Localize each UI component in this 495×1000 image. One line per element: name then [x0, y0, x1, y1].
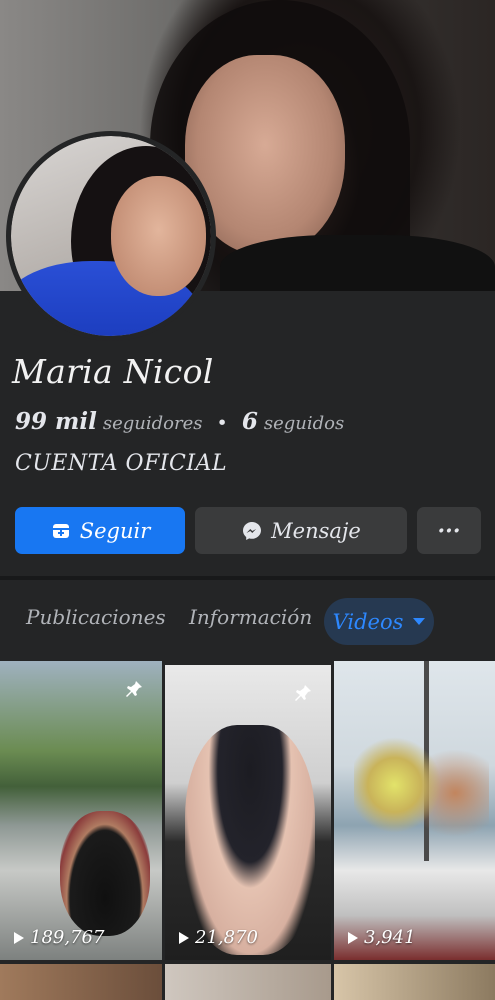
- play-icon: [348, 931, 358, 944]
- message-button[interactable]: Mensaje: [195, 507, 407, 554]
- more-icon: ···: [437, 517, 461, 544]
- view-count-value: 189,767: [30, 927, 105, 948]
- video-thumbnail: [185, 725, 315, 955]
- add-friend-icon: [50, 520, 72, 542]
- chevron-down-icon: [413, 618, 426, 625]
- message-button-label: Mensaje: [271, 518, 361, 543]
- video-tile[interactable]: 21,870: [165, 665, 331, 960]
- play-icon: [179, 931, 189, 944]
- play-icon: [14, 931, 24, 944]
- video-thumbnail: [354, 721, 489, 881]
- tab-info[interactable]: Información: [189, 605, 312, 629]
- profile-name: Maria Nicol: [12, 352, 214, 391]
- following-count[interactable]: 6: [242, 408, 258, 435]
- tab-publications[interactable]: Publicaciones: [26, 605, 166, 629]
- video-tile-partial[interactable]: [0, 964, 162, 1000]
- view-count-value: 3,941: [364, 927, 416, 948]
- pin-icon: [293, 683, 313, 703]
- more-options-button[interactable]: ···: [417, 507, 481, 554]
- view-count: 3,941: [348, 927, 416, 948]
- avatar-face: [111, 176, 206, 296]
- profile-avatar[interactable]: [6, 131, 216, 341]
- profile-bio: CUENTA OFICIAL: [15, 451, 228, 476]
- video-tile[interactable]: 3,941: [334, 661, 495, 960]
- avatar-image: [11, 136, 211, 336]
- section-divider: [0, 576, 495, 580]
- profile-stats: 99 mil seguidores • 6 seguidos: [15, 408, 344, 435]
- video-thumbnail: [60, 811, 150, 936]
- follow-button[interactable]: Seguir: [15, 507, 185, 554]
- messenger-icon: [241, 520, 263, 542]
- stats-separator: •: [216, 412, 228, 434]
- cover-shirt: [220, 235, 495, 291]
- follow-button-label: Seguir: [79, 518, 151, 543]
- followers-count[interactable]: 99 mil: [15, 408, 97, 435]
- view-count: 189,767: [14, 927, 104, 948]
- view-count: 21,870: [179, 927, 258, 948]
- tab-videos-label: Videos: [332, 609, 404, 634]
- followers-label[interactable]: seguidores: [103, 413, 203, 434]
- view-count-value: 21,870: [195, 927, 258, 948]
- tab-videos[interactable]: Videos: [324, 598, 434, 645]
- pin-icon: [124, 679, 144, 699]
- video-tile-partial[interactable]: [334, 964, 495, 1000]
- following-label[interactable]: seguidos: [264, 413, 344, 434]
- video-tile-partial[interactable]: [165, 964, 331, 1000]
- video-tile[interactable]: 189,767: [0, 661, 162, 960]
